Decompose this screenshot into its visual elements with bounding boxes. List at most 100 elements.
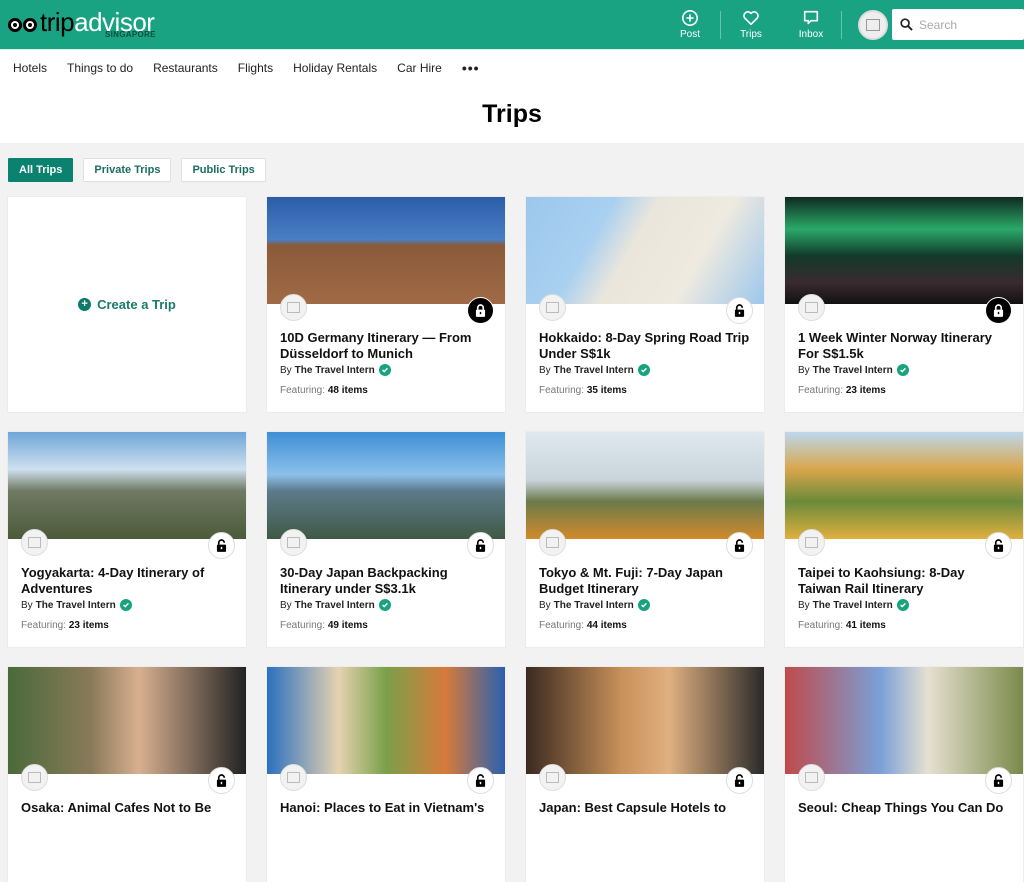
author-name[interactable]: The Travel Intern [554,365,634,376]
author-avatar [280,294,307,321]
trip-filters: All Trips Private Trips Public Trips [8,158,266,182]
trip-card[interactable]: Hokkaido: 8-Day Spring Road Trip Under S… [526,197,764,412]
tripadvisor-logo[interactable]: tripadvisor SINGAPORE [8,0,156,49]
trip-title[interactable]: Japan: Best Capsule Hotels to [539,800,752,832]
logo-region: SINGAPORE [105,30,156,39]
trip-card[interactable]: Japan: Best Capsule Hotels to [526,667,764,882]
nav-car-hire[interactable]: Car Hire [397,61,442,75]
trip-cover-image [785,197,1023,304]
author-avatar [280,529,307,556]
trips-label: Trips [740,29,762,40]
trip-title[interactable]: Yogyakarta: 4-Day Itinerary of Adventure… [21,565,234,597]
search-box[interactable] [892,9,1024,40]
author-avatar [21,529,48,556]
top-header: tripadvisor SINGAPORE Post Trips Inbox [0,0,1024,49]
verified-badge-icon [896,599,909,611]
trip-title[interactable]: Seoul: Cheap Things You Can Do [798,800,1011,832]
nav-hotels[interactable]: Hotels [13,61,47,75]
by-prefix: By [280,364,292,376]
nav-restaurants[interactable]: Restaurants [153,61,218,75]
plus-circle-icon [681,9,699,27]
author-name[interactable]: The Travel Intern [295,600,375,611]
unlocked-icon[interactable] [208,767,235,794]
trip-byline: By The Travel Intern [539,364,752,376]
author-avatar [21,764,48,791]
create-trip-label: Create a Trip [97,297,176,312]
trip-cover-image [526,432,764,539]
post-button[interactable]: Post [660,9,720,40]
by-prefix: By [21,599,33,611]
unlocked-icon[interactable] [726,297,753,324]
verified-badge-icon [637,599,650,611]
locked-icon[interactable] [467,297,494,324]
unlocked-icon[interactable] [467,532,494,559]
unlocked-icon[interactable] [208,532,235,559]
locked-icon[interactable] [985,297,1012,324]
trip-title[interactable]: 1 Week Winter Norway Itinerary For S$1.5… [798,330,1011,362]
by-prefix: By [539,364,551,376]
trip-cover-image [785,432,1023,539]
trip-item-count: Featuring: 49 items [280,620,368,631]
author-name[interactable]: The Travel Intern [295,365,375,376]
trips-button[interactable]: Trips [721,9,781,40]
trip-title[interactable]: Hokkaido: 8-Day Spring Road Trip Under S… [539,330,752,362]
trip-card[interactable]: Yogyakarta: 4-Day Itinerary of Adventure… [8,432,246,647]
trip-title[interactable]: 10D Germany Itinerary — From Düsseldorf … [280,330,493,362]
author-avatar [798,529,825,556]
author-name[interactable]: The Travel Intern [554,600,634,611]
trip-card[interactable]: Seoul: Cheap Things You Can Do [785,667,1023,882]
trip-byline: By The Travel Intern [280,364,493,376]
author-avatar [539,529,566,556]
trip-card[interactable]: Taipei to Kaohsiung: 8-Day Taiwan Rail I… [785,432,1023,647]
filter-all-trips[interactable]: All Trips [8,158,74,182]
inbox-label: Inbox [798,29,824,40]
author-name[interactable]: The Travel Intern [813,600,893,611]
author-name[interactable]: The Travel Intern [813,365,893,376]
unlocked-icon[interactable] [985,532,1012,559]
trip-title[interactable]: 30-Day Japan Backpacking Itinerary under… [280,565,493,597]
trip-card[interactable]: Hanoi: Places to Eat in Vietnam's [267,667,505,882]
unlocked-icon[interactable] [726,767,753,794]
trip-cover-image [267,667,505,774]
trip-item-count: Featuring: 23 items [21,620,109,631]
inbox-button[interactable]: Inbox [781,9,841,40]
post-label: Post [679,29,700,40]
nav-things-to-do[interactable]: Things to do [67,61,133,75]
nav-flights[interactable]: Flights [238,61,273,75]
nav-holiday-rentals[interactable]: Holiday Rentals [293,61,377,75]
author-name[interactable]: The Travel Intern [36,600,116,611]
create-trip-card[interactable]: + Create a Trip [8,197,246,412]
trip-item-count: Featuring: 48 items [280,385,368,396]
trip-cover-image [526,667,764,774]
unlocked-icon[interactable] [985,767,1012,794]
unlocked-icon[interactable] [726,532,753,559]
author-avatar [539,294,566,321]
trip-card[interactable]: 10D Germany Itinerary — From Düsseldorf … [267,197,505,412]
trip-cover-image [526,197,764,304]
by-prefix: By [798,364,810,376]
more-icon[interactable]: ••• [462,60,480,76]
trip-card[interactable]: Osaka: Animal Cafes Not to Be [8,667,246,882]
trip-title[interactable]: Osaka: Animal Cafes Not to Be [21,800,234,832]
trip-cover-image [785,667,1023,774]
user-avatar[interactable] [858,9,888,40]
author-avatar [539,764,566,791]
page-title: Trips [482,99,542,128]
trip-card[interactable]: 30-Day Japan Backpacking Itinerary under… [267,432,505,647]
trip-title[interactable]: Tokyo & Mt. Fuji: 7-Day Japan Budget Iti… [539,565,752,597]
unlocked-icon[interactable] [467,767,494,794]
search-input[interactable] [919,17,1009,32]
verified-badge-icon [896,364,909,376]
owl-eyes-icon [8,17,37,32]
trip-card[interactable]: 1 Week Winter Norway Itinerary For S$1.5… [785,197,1023,412]
trip-title[interactable]: Hanoi: Places to Eat in Vietnam's [280,800,493,832]
by-prefix: By [798,599,810,611]
trip-title[interactable]: Taipei to Kaohsiung: 8-Day Taiwan Rail I… [798,565,1011,597]
trip-card[interactable]: Tokyo & Mt. Fuji: 7-Day Japan Budget Iti… [526,432,764,647]
trip-cover-image [8,432,246,539]
verified-badge-icon [119,599,132,611]
filter-public-trips[interactable]: Public Trips [181,158,266,182]
trip-cover-image [267,432,505,539]
filter-private-trips[interactable]: Private Trips [83,158,172,182]
category-nav: Hotels Things to do Restaurants Flights … [0,49,1024,85]
